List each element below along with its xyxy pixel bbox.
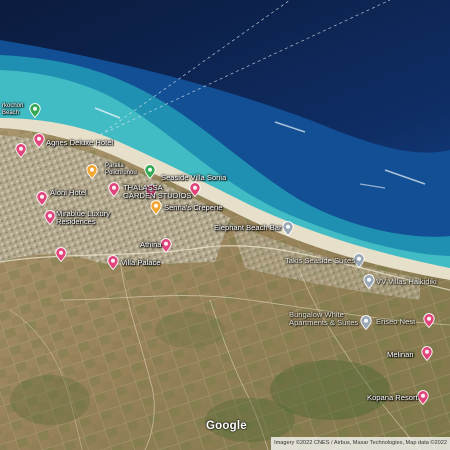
map-pin-elephant-beach-bar[interactable] [282,221,294,236]
place-label-thalassa-garden-studios[interactable]: THALASSA GARDEN STUDIOS [123,184,191,200]
map-pin-icon [108,182,120,197]
place-label-melinari[interactable]: Melinari [387,351,414,359]
map-pin-icon [363,274,375,289]
map-pin[interactable] [86,164,98,179]
label-line: Villa Palace [121,258,161,267]
map-pin-icon [15,143,27,158]
map-pin-icon [86,164,98,179]
map-pin-icon [144,164,156,179]
label-line: rkochori [2,103,24,109]
place-label-mirablue-luxury-residences[interactable]: Mirablue Luxury Residences [56,210,110,226]
label-line: Athina [140,240,162,249]
map-pin-melinari[interactable] [421,346,433,361]
label-line: Senna's Creperie [164,203,223,212]
place-label-villa-palace[interactable]: Villa Palace [121,259,161,267]
map-pin-vv-villas-halkidiki[interactable] [363,274,375,289]
map-pin-icon [417,390,429,405]
label-line: Kopana Resort [367,393,418,402]
place-label-bungalow-white[interactable]: Bungalow White Apartments & Suites [289,311,358,327]
map-pin[interactable] [15,143,27,158]
map-pin-thalassa-garden-studios[interactable] [108,182,120,197]
label-line: VV Villas Halkidiki [376,277,437,286]
map-pin-villa-palace[interactable] [107,255,119,270]
place-label-eriseo-nest[interactable]: Eriseo Nest [376,318,415,326]
label-line: Beach [2,109,20,116]
map-pin-bungalow-white-apartments-suites[interactable] [360,315,372,330]
map-pin-agnes-deluxe-hotel[interactable] [33,133,45,148]
map-pin-kopana-resort[interactable] [417,390,429,405]
map-pin-icon [44,210,56,225]
place-label-rkochori-beach[interactable]: rkochori Beach [2,103,23,116]
map-pin-icon [421,346,433,361]
map-pin-paralia-polichronou[interactable] [144,164,156,179]
label-line: Polichronou [105,169,137,176]
map-pin-icon [423,313,435,328]
label-line: Apartments & Suites [289,318,359,327]
place-label-sennas-creperie[interactable]: Senna's Creperie [164,204,222,212]
map-pin[interactable] [55,247,67,262]
google-logo: Google [206,420,247,432]
place-label-agnes-deluxe-hotel[interactable]: Agnes Deluxe Hotel [46,139,113,147]
place-label-elephant-beach-bar[interactable]: Elephant Beach Bar [214,224,282,232]
map-attribution[interactable]: Imagery ©2022 CNES / Airbus, Maxar Techn… [271,437,450,450]
map-pin-icon [36,191,48,206]
place-label-seaside-villa-sonia[interactable]: Seaside Villa Sonia [161,174,226,182]
label-line: Elephant Beach Bar [214,223,282,232]
map-pin-icon [107,255,119,270]
label-line: Eriseo Nest [376,317,416,326]
map-pin-icon [150,200,162,215]
map-pin-senna-s-creperie[interactable] [150,200,162,215]
map-pin-icon [55,247,67,262]
place-label-aloni-hotel[interactable]: Aloni Hotel [50,189,87,197]
place-label-kopana-resort[interactable]: Kopana Resort [367,394,418,402]
place-label-paralia-polichronou[interactable]: Paralia Polichronou [105,163,137,176]
map-pin-aloni-hotel[interactable] [36,191,48,206]
label-line: Takis Seaside Suites [285,256,356,265]
map-pin-icon [282,221,294,236]
map-pin-eriseo-nest[interactable] [423,313,435,328]
place-label-athina[interactable]: Athina [140,241,162,249]
map-pin-mirablue-luxury-residences[interactable] [44,210,56,225]
label-line: Residences [56,217,96,226]
satellite-map[interactable]: rkochori Beach Agnes Deluxe Hotel Parali… [0,0,450,450]
map-pin-icon [29,103,41,118]
label-line: Aloni Hotel [50,188,87,197]
label-line: Agnes Deluxe Hotel [46,138,114,147]
place-label-takis-seaside-suites[interactable]: Takis Seaside Suites [285,257,355,265]
map-pin-icon [33,133,45,148]
map-pin-icon [360,315,372,330]
label-line: GARDEN STUDIOS [123,191,192,200]
place-label-vv-villas-halkidiki[interactable]: VV Villas Halkidiki [376,278,437,286]
label-line: Melinari [387,350,414,359]
label-line: Seaside Villa Sonia [161,173,227,182]
map-pin-rkochori-beach[interactable] [29,103,41,118]
